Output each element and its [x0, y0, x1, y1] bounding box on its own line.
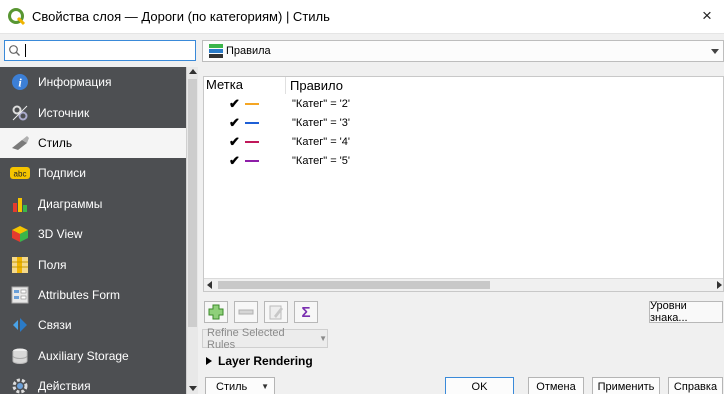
chevron-down-icon: ▼	[319, 334, 327, 343]
sidebar-item-label: Связи	[38, 318, 72, 333]
sidebar-item-label: Attributes Form	[38, 287, 121, 302]
sidebar-item-diagrams[interactable]: Диаграммы	[0, 189, 186, 219]
form-icon	[10, 285, 30, 305]
search-icon	[9, 44, 20, 56]
rules-table-header: Метка Правило	[204, 77, 723, 94]
sidebar: i Информация Источник Стиль abc Подписи	[0, 40, 198, 394]
style-menu-button[interactable]: Стиль ▼	[205, 377, 275, 394]
rules-table: Метка Правило ✔ "Катег" = '2' ✔ "Катег" …	[203, 76, 724, 292]
layer-rendering-toggle[interactable]: Layer Rendering	[206, 354, 313, 368]
sidebar-item-label: Поля	[38, 257, 67, 272]
sidebar-item-attributes-form[interactable]: Attributes Form	[0, 280, 186, 310]
edit-rule-icon	[269, 305, 283, 320]
diagrams-icon	[10, 194, 30, 214]
expression-sigma-button[interactable]: Σ	[294, 301, 318, 323]
sidebar-item-label: Источник	[38, 105, 90, 120]
rule-checkbox[interactable]: ✔	[229, 97, 241, 110]
sidebar-item-3d-view[interactable]: 3D View	[0, 219, 186, 249]
rule-checkbox[interactable]: ✔	[229, 116, 241, 129]
rules-horizontal-scrollbar[interactable]	[204, 278, 723, 291]
sidebar-item-auxiliary-storage[interactable]: Auxiliary Storage	[0, 341, 186, 371]
sidebar-item-label: Стиль	[38, 135, 73, 150]
rule-expression: "Катег" = '2'	[292, 97, 350, 110]
sidebar-item-label: Auxiliary Storage	[38, 348, 129, 363]
symbol-swatch	[245, 121, 259, 124]
rules-renderer-icon	[209, 44, 223, 58]
add-rule-button[interactable]	[204, 301, 228, 323]
renderer-value: Правила	[226, 45, 271, 57]
rule-expression: "Катег" = '3'	[292, 116, 350, 129]
rule-checkbox[interactable]: ✔	[229, 135, 241, 148]
database-icon	[10, 346, 30, 366]
cancel-button[interactable]: Отмена	[528, 377, 584, 394]
remove-rule-button[interactable]	[234, 301, 258, 323]
title-bar: Свойства слоя — Дороги (по категориям) |…	[0, 0, 724, 34]
info-icon: i	[10, 72, 30, 92]
sidebar-item-label: Подписи	[38, 166, 86, 181]
sidebar-item-style[interactable]: Стиль	[0, 127, 186, 159]
cube-3d-icon	[10, 224, 30, 244]
svg-text:abc: abc	[14, 170, 27, 179]
sidebar-item-actions[interactable]: Действия	[0, 371, 186, 394]
symbol-swatch	[245, 159, 259, 162]
column-header-rule[interactable]: Правило	[286, 78, 343, 93]
sidebar-nav: i Информация Источник Стиль abc Подписи	[0, 67, 186, 394]
sidebar-scrollbar[interactable]	[186, 67, 198, 394]
chevron-down-icon	[711, 49, 719, 54]
source-icon	[10, 103, 30, 123]
rule-row[interactable]: ✔ "Катег" = '2'	[204, 94, 723, 113]
style-button-label: Стиль	[216, 380, 248, 393]
scroll-thumb[interactable]	[218, 281, 490, 289]
sidebar-item-label: Диаграммы	[38, 196, 103, 211]
expand-arrow-icon	[206, 357, 212, 365]
fields-icon	[10, 255, 30, 275]
sidebar-item-fields[interactable]: Поля	[0, 249, 186, 279]
sidebar-item-joins[interactable]: Связи	[0, 310, 186, 340]
sidebar-item-label: 3D View	[38, 227, 83, 242]
scroll-up-icon[interactable]	[189, 69, 197, 74]
sidebar-item-labels[interactable]: abc Подписи	[0, 158, 186, 188]
sidebar-item-label: Действия	[38, 379, 91, 394]
search-input[interactable]	[4, 40, 196, 61]
text-cursor	[25, 44, 26, 57]
symbol-levels-button[interactable]: Уровни знака...	[649, 300, 723, 324]
rule-checkbox[interactable]: ✔	[229, 154, 241, 167]
layer-rendering-label: Layer Rendering	[218, 354, 313, 368]
joins-icon	[10, 315, 30, 335]
remove-rule-icon	[238, 309, 254, 315]
sidebar-item-information[interactable]: i Информация	[0, 67, 186, 97]
symbol-swatch	[245, 140, 259, 143]
labels-abc-icon: abc	[10, 163, 30, 183]
scroll-left-icon[interactable]	[207, 281, 212, 289]
chevron-down-icon: ▼	[261, 382, 269, 391]
apply-button[interactable]: Применить	[592, 377, 660, 394]
actions-gear-icon	[10, 376, 30, 394]
rule-expression: "Катег" = '4'	[292, 135, 350, 148]
scroll-thumb[interactable]	[188, 79, 197, 327]
rule-row[interactable]: ✔ "Катег" = '4'	[204, 132, 723, 151]
rule-row[interactable]: ✔ "Катег" = '5'	[204, 151, 723, 170]
edit-rule-button[interactable]	[264, 301, 288, 323]
renderer-select[interactable]: Правила	[202, 40, 724, 62]
refine-label: Refine Selected Rules	[207, 326, 285, 351]
column-header-label[interactable]: Метка	[204, 77, 286, 94]
scroll-right-icon[interactable]	[717, 281, 722, 289]
help-button[interactable]: Справка	[668, 377, 723, 394]
qgis-logo-icon	[8, 7, 26, 25]
rule-expression: "Катег" = '5'	[292, 154, 350, 167]
rule-row[interactable]: ✔ "Катег" = '3'	[204, 113, 723, 132]
close-button[interactable]: ×	[698, 6, 716, 26]
ok-button[interactable]: OK	[445, 377, 514, 394]
scroll-down-icon[interactable]	[189, 386, 197, 391]
refine-selected-rules-button[interactable]: Refine Selected Rules ▼	[202, 326, 328, 351]
sidebar-item-source[interactable]: Источник	[0, 97, 186, 127]
window-title: Свойства слоя — Дороги (по категориям) |…	[32, 9, 330, 24]
sidebar-item-label: Информация	[38, 75, 112, 90]
paintbrush-icon	[10, 133, 30, 153]
symbol-swatch	[245, 102, 259, 105]
add-rule-icon	[208, 304, 224, 320]
style-panel: Правила Метка Правило ✔ "Катег" = '2' ✔ …	[200, 40, 724, 394]
